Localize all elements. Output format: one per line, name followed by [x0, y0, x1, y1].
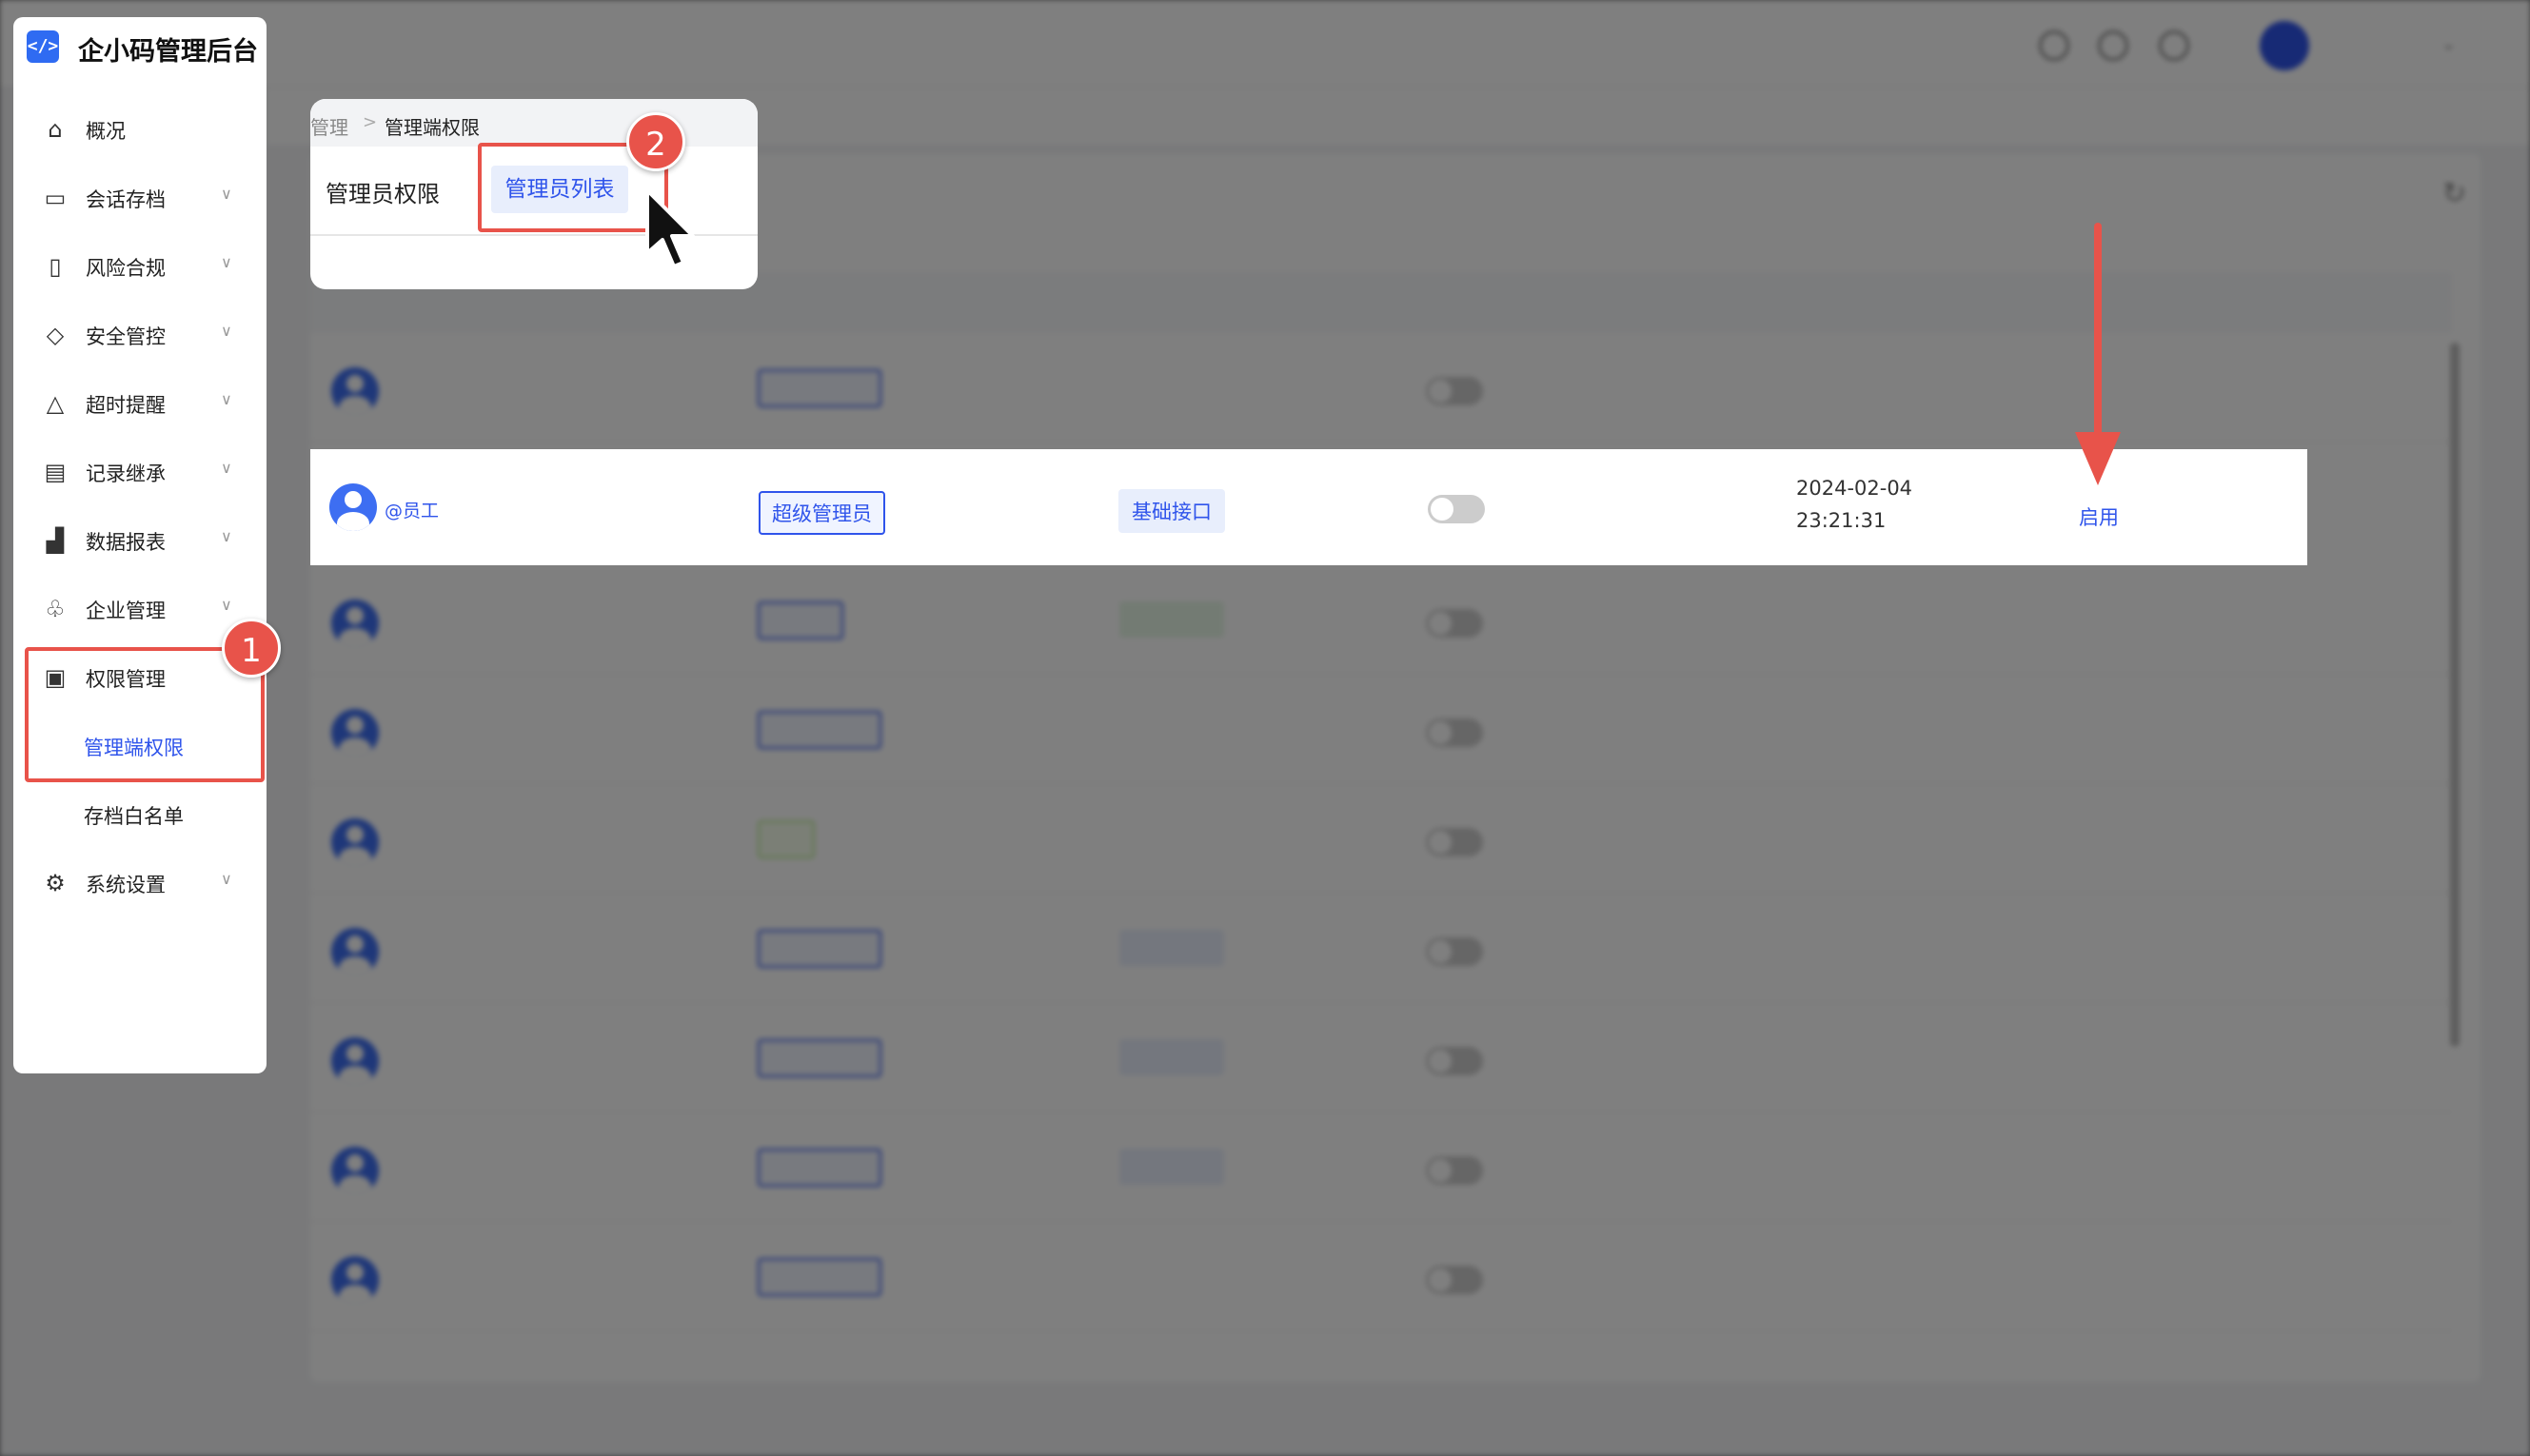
settings-icon: ⚙ [45, 870, 66, 896]
tab-admin-permissions[interactable]: 管理员权限 [326, 175, 440, 208]
chevron-down-icon: ∨ [221, 459, 232, 477]
sidebar-item-archive[interactable]: ▭ 会话存档 ∨ [13, 167, 267, 225]
sidebar-item-timeout[interactable]: △ 超时提醒 ∨ [13, 373, 267, 430]
sidebar-item-label: 企业管理 [86, 600, 166, 622]
breadcrumb-separator: > [363, 112, 378, 132]
alert-box-icon: ▯ [49, 253, 62, 280]
step-badge-2: 2 [626, 112, 685, 171]
breadcrumb: 管理 > 管理端权限 [310, 99, 758, 147]
sidebar: </> 企小码管理后台 ⌂ 概况 ▭ 会话存档 ∨ ▯ 风险合规 ∨ ◇ 安全管… [13, 17, 267, 1073]
sidebar-item-overview[interactable]: ⌂ 概况 [13, 99, 267, 156]
app-logo: </> [27, 30, 59, 63]
annotation-arrow [2094, 223, 2102, 442]
sidebar-item-enterprise[interactable]: ♧ 企业管理 ∨ [13, 579, 267, 636]
sidebar-item-risk[interactable]: ▯ 风险合规 ∨ [13, 236, 267, 293]
chevron-down-icon: ∨ [221, 185, 232, 203]
sidebar-item-label: 概况 [86, 120, 126, 143]
sidebar-item-inherit[interactable]: ▤ 记录继承 ∨ [13, 442, 267, 499]
sidebar-item-label: 风险合规 [86, 257, 166, 280]
bell-icon: △ [46, 390, 65, 417]
app-title: 企小码管理后台 [78, 37, 258, 67]
sidebar-subitem-archive-whitelist[interactable]: 存档白名单 [13, 786, 267, 839]
enable-link[interactable]: 启用 [2079, 502, 2119, 531]
sidebar-subitem-label: 存档白名单 [84, 805, 184, 828]
chart-icon: ▟ [46, 527, 65, 554]
chevron-down-icon: ∨ [221, 253, 232, 271]
avatar [329, 483, 377, 531]
folder-icon: ▭ [44, 185, 67, 211]
chevron-down-icon: ∨ [221, 870, 232, 888]
mouse-cursor-icon [645, 188, 695, 268]
sidebar-item-reports[interactable]: ▟ 数据报表 ∨ [13, 510, 267, 567]
added-clock: 23:21:31 [1796, 509, 1887, 532]
breadcrumb-prev[interactable]: 管理 [310, 112, 348, 140]
sidebar-item-label: 系统设置 [86, 874, 166, 896]
building-icon: ⌂ [48, 116, 63, 143]
sidebar-item-label: 记录继承 [86, 462, 166, 485]
sidebar-item-label: 超时提醒 [86, 394, 166, 417]
added-date: 2024-02-04 [1796, 477, 1913, 500]
chevron-down-icon: ∨ [221, 390, 232, 408]
highlighted-table-row: @员工 超级管理员 基础接口 2024-02-04 23:21:31 启用 [310, 449, 2307, 565]
sidebar-item-security[interactable]: ◇ 安全管控 ∨ [13, 305, 267, 362]
step-badge-1: 1 [222, 619, 281, 678]
document-transfer-icon: ▤ [44, 459, 67, 485]
toggle-switch[interactable] [1428, 495, 1485, 523]
shield-icon: ◇ [46, 322, 65, 348]
added-time: 2024-02-04 23:21:31 [1796, 472, 1912, 537]
sidebar-item-label: 数据报表 [86, 531, 166, 554]
sidebar-item-settings[interactable]: ⚙ 系统设置 ∨ [13, 853, 267, 910]
chevron-down-icon: ∨ [221, 322, 232, 340]
breadcrumb-current: 管理端权限 [385, 116, 480, 139]
chevron-down-icon: ∨ [221, 596, 232, 614]
org-icon: ♧ [45, 596, 66, 622]
annotation-arrow-head [2075, 432, 2121, 485]
sidebar-item-label: 安全管控 [86, 325, 166, 348]
interface-tag: 基础接口 [1118, 489, 1225, 533]
member-name: @员工 [385, 501, 440, 521]
role-tag: 超级管理员 [759, 491, 885, 535]
sidebar-item-label: 会话存档 [86, 188, 166, 211]
chevron-down-icon: ∨ [221, 527, 232, 545]
